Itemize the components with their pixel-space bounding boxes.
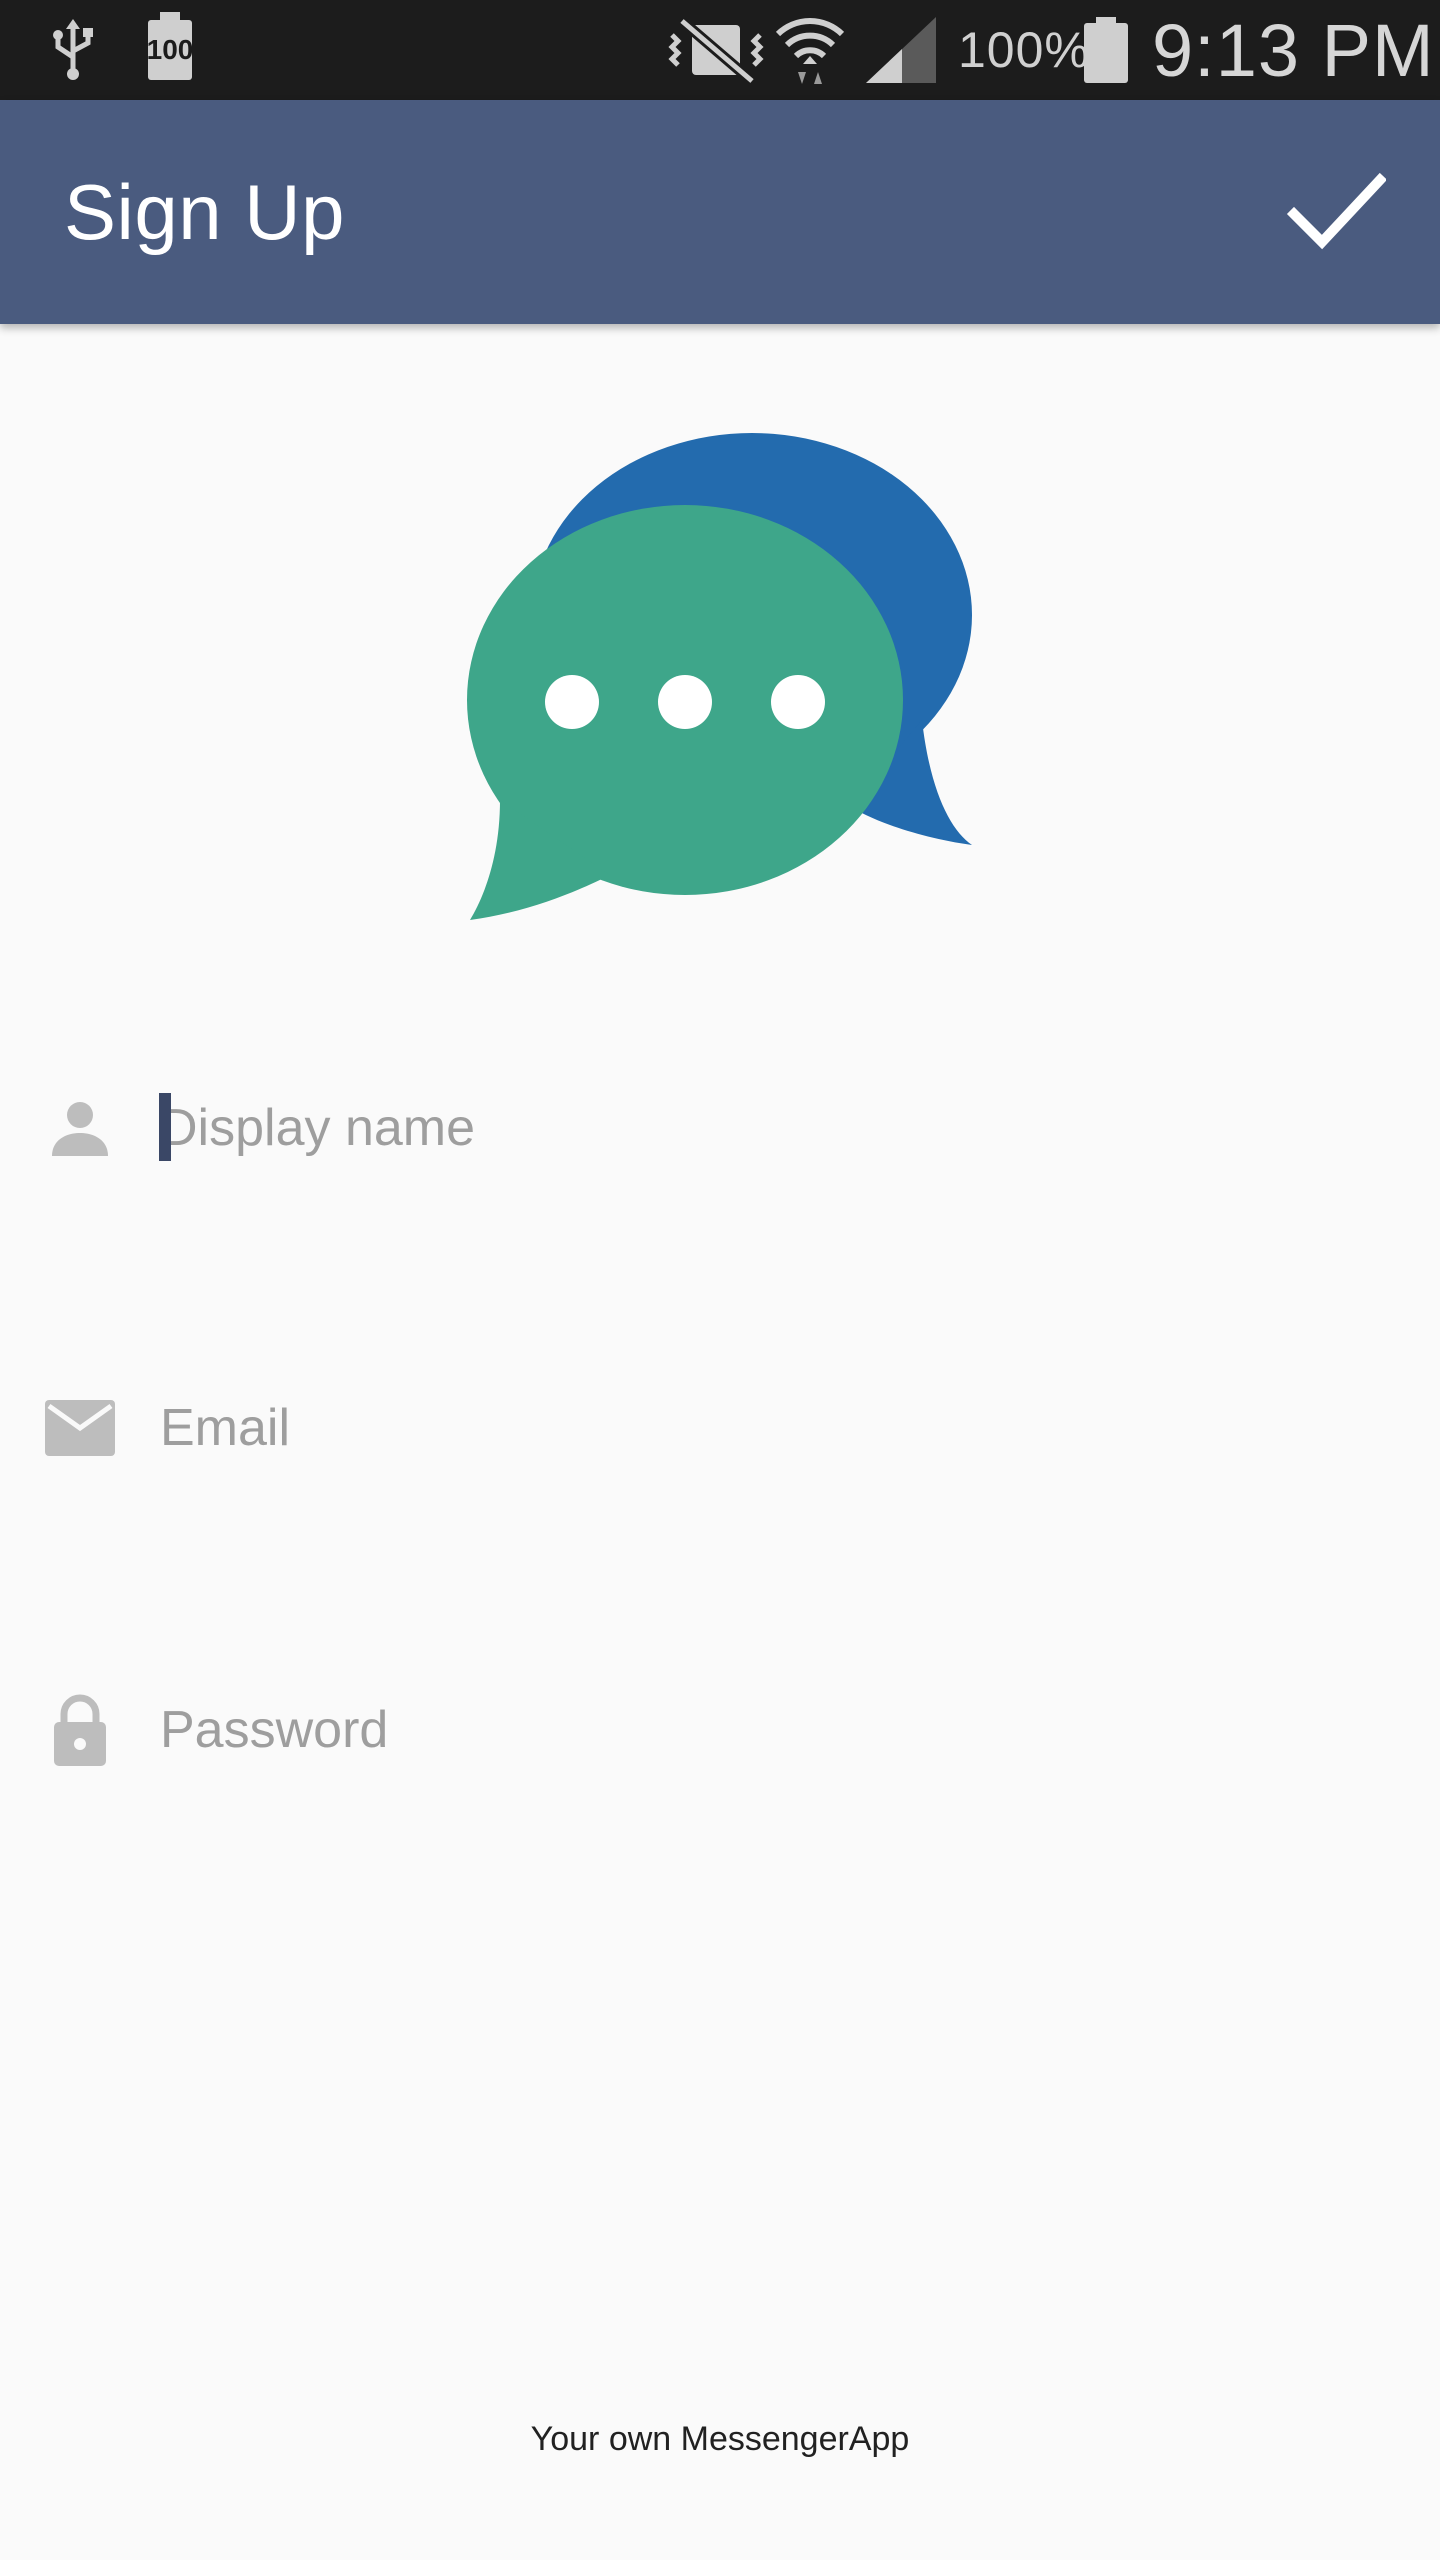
wifi-icon — [774, 0, 846, 100]
status-bar: 100 100% 9:13 PM — [0, 0, 1440, 100]
confirm-sign-up-button[interactable] — [1276, 152, 1396, 272]
lock-icon — [40, 1694, 120, 1766]
battery-badge: 100 — [147, 12, 193, 80]
text-cursor — [159, 1093, 171, 1161]
display-name-input[interactable] — [160, 1088, 1360, 1168]
chat-bubbles-logo — [467, 433, 972, 920]
battery-saver-icon: 100 — [147, 0, 193, 100]
page-title: Sign Up — [64, 168, 345, 256]
password-input[interactable] — [160, 1690, 1360, 1770]
person-icon — [40, 1093, 120, 1163]
clock: 9:13 PM — [1152, 8, 1435, 92]
email-row — [0, 1358, 1440, 1498]
email-input[interactable] — [160, 1388, 1360, 1468]
check-icon — [1286, 172, 1386, 250]
usb-icon — [48, 0, 98, 100]
battery-icon — [1084, 0, 1128, 100]
app-bar: Sign Up — [0, 100, 1440, 324]
app-logo — [460, 420, 990, 930]
vibrate-off-icon — [668, 0, 764, 100]
cell-signal-icon — [866, 0, 936, 100]
password-row — [0, 1660, 1440, 1800]
display-name-row — [0, 1058, 1440, 1198]
footer-tagline: Your own MessengerApp — [530, 2420, 910, 2458]
battery-percent: 100% — [958, 22, 1090, 78]
mail-icon — [40, 1393, 120, 1463]
